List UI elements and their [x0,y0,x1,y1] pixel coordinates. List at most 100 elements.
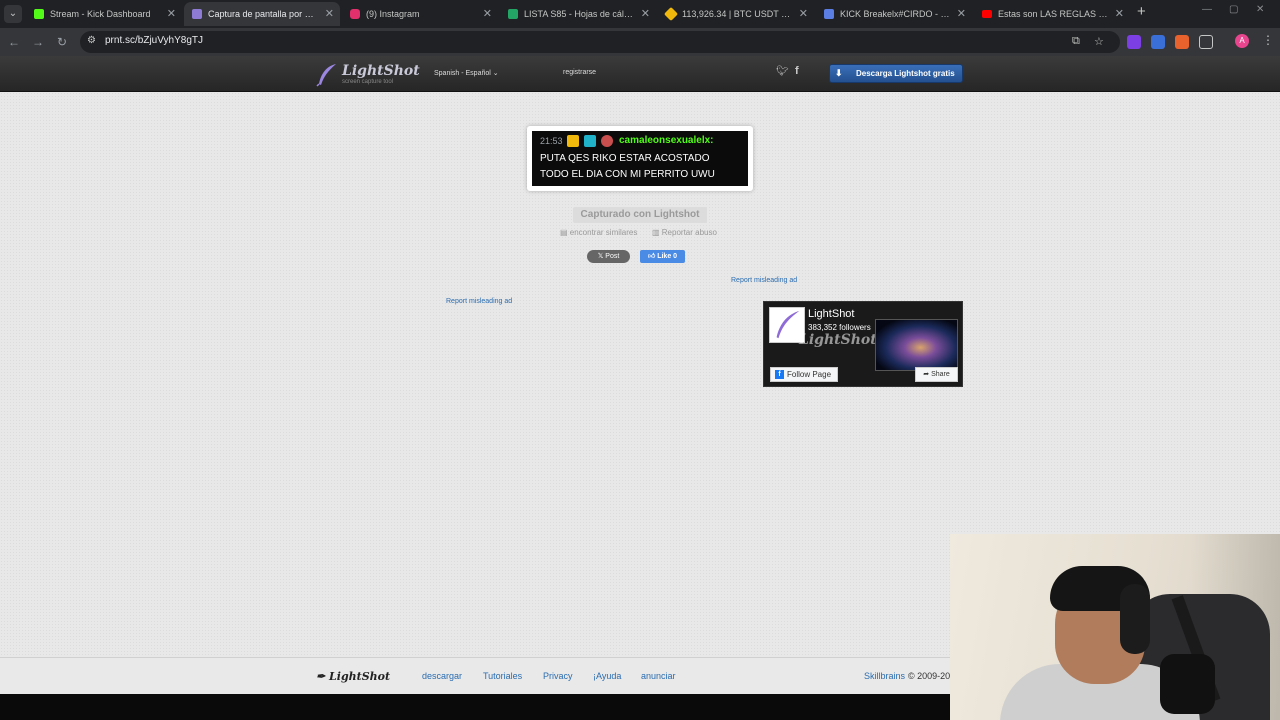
twitter-icon[interactable]: 🐦︎ [776,66,789,77]
download-button-label: Descarga Lightshot gratis [856,69,955,78]
screenshot-image[interactable]: 21:53 camaleonsexualelx: PUTA QES RIKO E… [527,126,753,191]
facebook-page-widget: LightShot 383,352 followers LightShot f … [763,301,963,387]
x-post-button[interactable]: 𝕏 Post [587,250,630,263]
cover-logo: LightShot [799,332,877,348]
address-bar[interactable]: ⚙ prnt.sc/bZjuVyhY8gTJ ⧉ ☆ [80,31,1120,53]
tab-title: LISTA S85 - Hojas de cálculo de Google [524,9,634,19]
extension-icon[interactable] [1151,35,1165,49]
tab-title: KICK Breakelx#CIRDO - Estadísticas [840,9,950,19]
new-tab-button[interactable]: + [1137,3,1146,20]
logo-name: LightShot [342,63,420,79]
extensions-puzzle-icon[interactable] [1199,35,1213,49]
find-similar-link[interactable]: ▤ encontrar similares [560,228,637,237]
lightshot-favicon-icon [192,9,202,19]
download-icon: ⬇ [835,68,843,78]
youtube-favicon-icon [982,10,992,18]
skillbrains-link[interactable]: Skillbrains [864,671,905,681]
reload-icon[interactable]: ↻ [54,34,70,50]
tab-title: (9) Instagram [366,9,420,19]
browser-menu-icon[interactable]: ⋮ [1262,33,1274,47]
extension-icon[interactable] [1175,35,1189,49]
minimize-icon[interactable]: — [1202,4,1212,15]
install-app-icon[interactable]: ⧉ [1072,35,1080,48]
url-text[interactable]: prnt.sc/bZjuVyhY8gTJ [105,35,203,46]
chat-timestamp: 21:53 [540,136,563,146]
logo-tagline: screen capture tool [342,79,394,85]
tab-close-icon[interactable]: ✕ [483,2,492,26]
site-header: LightShot screen capture tool Spanish - … [0,56,1280,92]
share-label: Share [931,371,950,378]
microphone [1160,654,1215,714]
profile-avatar[interactable]: A [1235,34,1249,48]
lightshot-logo[interactable]: LightShot screen capture tool [316,62,420,88]
follow-page-label: Follow Page [787,370,832,379]
register-link[interactable]: registrarse [563,69,596,76]
tab-close-icon[interactable]: ✕ [1115,2,1124,26]
og-badge-icon [584,135,596,147]
site-info-icon[interactable]: ⚙ [87,35,96,46]
footer-link-help[interactable]: ¡Ayuda [593,671,621,681]
tab-close-icon[interactable]: ✕ [167,2,176,26]
toolbar: ← → ↻ ⚙ prnt.sc/bZjuVyhY8gTJ ⧉ ☆ A ⋮ [0,28,1280,56]
language-select[interactable]: Spanish - Español ⌄ [434,69,499,77]
tab-title: 113,926.34 | BTC USDT | Binance [682,9,792,19]
extension-icon[interactable] [1127,35,1141,49]
footer-link-advertise[interactable]: anunciar [641,671,676,681]
webcam-overlay [950,534,1280,720]
tab-kick-dashboard[interactable]: Stream - Kick Dashboard ✕ [26,2,182,26]
tab-google-sheets[interactable]: LISTA S85 - Hojas de cálculo de Google ✕ [500,2,656,26]
captured-with-label: Capturado con Lightshot [573,207,707,223]
tab-youtube[interactable]: Estas son LAS REGLAS más importantes ✕ [974,2,1130,26]
facebook-icon[interactable]: f [795,65,799,77]
tab-instagram[interactable]: (9) Instagram ✕ [342,2,498,26]
bookmark-star-icon[interactable]: ☆ [1094,35,1104,48]
binance-favicon-icon [663,6,679,22]
chat-username: camaleonsexualelx: [619,135,714,146]
facebook-icon: f [775,370,784,379]
tab-search-button[interactable]: ⌄ [4,5,22,23]
stats-favicon-icon [824,9,834,19]
tab-close-icon[interactable]: ✕ [641,2,650,26]
report-abuse-link[interactable]: ▥ Reportar abuso [652,228,717,237]
chat-message-capture: 21:53 camaleonsexualelx: PUTA QES RIKO E… [532,131,748,186]
fb-page-name[interactable]: LightShot [808,308,854,320]
tab-close-icon[interactable]: ✕ [325,2,334,26]
footer-logo[interactable]: ✒ LightShot [316,670,390,683]
emote-badge-icon [601,135,613,147]
tab-close-icon[interactable]: ✕ [799,2,808,26]
find-similar-label: encontrar similares [569,228,638,237]
fb-like-button[interactable]: 👍︎ Like 0 [640,250,685,263]
footer-link-tutorials[interactable]: Tutoriales [483,671,522,681]
forward-arrow-icon[interactable]: → [30,34,46,50]
footer-link-download[interactable]: descargar [422,671,462,681]
kick-favicon-icon [34,9,44,19]
footer-link-privacy[interactable]: Privacy [543,671,573,681]
tab-binance[interactable]: 113,926.34 | BTC USDT | Binance ✕ [658,2,814,26]
report-misleading-ad-link[interactable]: Report misleading ad [731,277,797,284]
like-label: Like 0 [657,253,678,260]
tab-title: Captura de pantalla por Lightshot [208,9,318,19]
report-abuse-label: Reportar abuso [661,228,717,237]
share-button[interactable]: ➦ Share [915,367,958,382]
footer-logo-text: LightShot [329,670,391,683]
report-misleading-ad-link[interactable]: Report misleading ad [446,298,512,305]
download-lightshot-button[interactable]: ⬇ Descarga Lightshot gratis [829,64,963,83]
maximize-icon[interactable]: ▢ [1229,4,1238,15]
tab-lightshot[interactable]: Captura de pantalla por Lightshot ✕ [184,2,340,26]
tab-strip: ⌄ Stream - Kick Dashboard ✕ Captura de p… [0,0,1280,28]
back-arrow-icon[interactable]: ← [6,34,22,50]
close-window-icon[interactable]: ✕ [1256,4,1264,15]
tab-close-icon[interactable]: ✕ [957,2,966,26]
galaxy-thumbnail [875,319,958,371]
instagram-favicon-icon [350,9,360,19]
fb-follower-count: 383,352 followers [808,323,871,332]
chat-message-text: PUTA QES RIKO ESTAR ACOSTADO TODO EL DIA… [540,153,715,180]
post-label: Post [605,253,620,260]
sheets-favicon-icon [508,9,518,19]
copyright-text: © 2009-20 [908,671,951,681]
feather-icon [316,64,336,87]
language-label: Spanish - Español [434,70,491,77]
tab-kick-stats[interactable]: KICK Breakelx#CIRDO - Estadísticas ✕ [816,2,972,26]
headset [1120,584,1150,654]
follow-page-button[interactable]: f Follow Page [770,367,838,382]
